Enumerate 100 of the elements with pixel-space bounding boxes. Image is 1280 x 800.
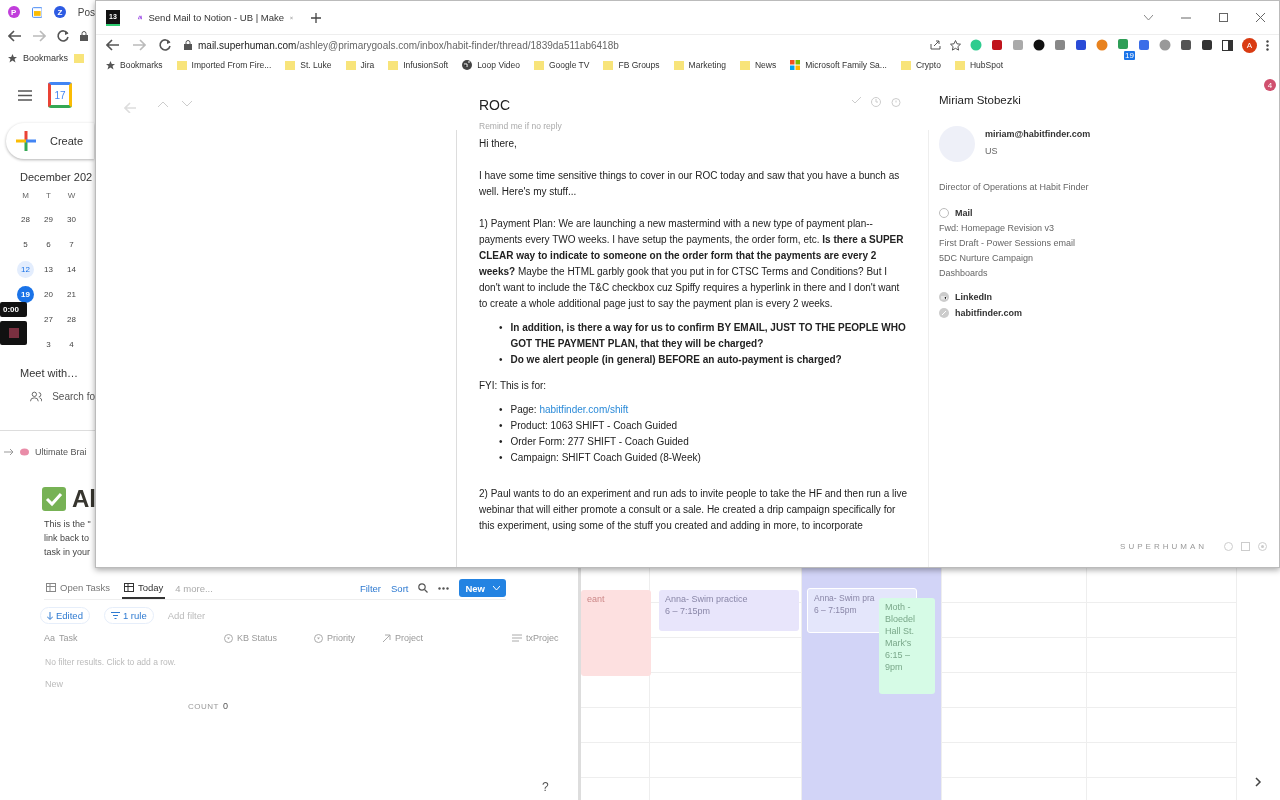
calendar-day[interactable]: 3 (40, 336, 57, 353)
search-field[interactable]: Search fo (52, 391, 95, 402)
calendar-icon[interactable] (31, 6, 43, 18)
globe-icon[interactable] (462, 60, 473, 70)
chevron-down-icon[interactable] (1144, 14, 1153, 21)
side-panel-icon[interactable] (1222, 39, 1233, 51)
bookmark[interactable]: Imported From Fire... (191, 60, 272, 70)
people-icon[interactable] (30, 391, 43, 402)
more-vertical-icon[interactable] (1266, 39, 1269, 51)
profile-link[interactable]: LinkedIn (955, 292, 992, 302)
alarm-icon[interactable] (891, 97, 901, 107)
bookmark[interactable]: Jira (360, 60, 375, 70)
bookmark[interactable]: Microsoft Family Sa... (805, 60, 887, 70)
clock-icon[interactable] (871, 97, 881, 107)
bookmark[interactable]: Loop Video (477, 60, 520, 70)
email-link[interactable]: habitfinder.com/shift (539, 404, 629, 415)
chevron-right-icon[interactable] (1255, 777, 1262, 787)
mail-icon[interactable] (939, 208, 949, 218)
view-tab[interactable]: Today (122, 577, 166, 599)
filter-chip[interactable]: 1 rule (103, 607, 154, 624)
lock-icon[interactable] (80, 31, 88, 41)
recent-email-link[interactable]: Dashboards (939, 268, 1279, 278)
calendar-day[interactable]: 27 (40, 311, 57, 328)
address-bar[interactable]: mail.superhuman.com/ashley@primarygoals.com/inbox/habit-finder/thread/1839da511ab6418b (198, 39, 619, 51)
chevron-up-icon[interactable] (158, 101, 168, 107)
checkbox-icon[interactable] (42, 487, 66, 511)
calendar-day[interactable]: 28 (63, 311, 80, 328)
bookmark[interactable]: News (754, 60, 777, 70)
view-tab[interactable]: Open Tasks (44, 577, 112, 599)
bookmark[interactable]: Crypto (915, 60, 941, 70)
check-icon[interactable] (852, 97, 861, 104)
contact-email[interactable]: miriam@habitfinder.com (985, 129, 1091, 139)
calendar-day[interactable]: 6 (40, 236, 57, 253)
table-icon[interactable] (124, 582, 134, 592)
plus-icon[interactable] (16, 131, 36, 151)
minimize-icon[interactable] (1181, 16, 1191, 19)
star-icon[interactable] (950, 39, 961, 51)
star-icon[interactable] (8, 53, 17, 63)
calendar-icon[interactable] (1241, 542, 1250, 551)
chevron-down-icon[interactable] (182, 101, 192, 107)
calendar-day[interactable]: 12 (17, 261, 34, 278)
calendar-day[interactable]: 19 (17, 286, 34, 303)
calendar-day[interactable]: 13 (40, 261, 57, 278)
reload-icon[interactable] (56, 29, 70, 43)
arrow-icon[interactable] (4, 448, 14, 456)
more-icon[interactable] (438, 586, 450, 590)
bookmark[interactable]: Marketing (688, 60, 726, 70)
settings-icon[interactable] (1258, 542, 1267, 551)
forward-icon[interactable] (132, 38, 146, 52)
extension-icon[interactable] (991, 39, 1003, 51)
calendar-day[interactable]: 28 (17, 211, 34, 228)
maximize-icon[interactable] (1219, 13, 1228, 22)
calendar-day[interactable]: 7 (63, 236, 80, 253)
back-icon[interactable] (8, 29, 22, 43)
extension-icon[interactable] (1201, 39, 1213, 51)
caret-icon[interactable] (493, 586, 500, 590)
calendar-day[interactable]: 4 (63, 336, 80, 353)
share-icon[interactable] (930, 40, 941, 50)
star-icon[interactable] (106, 60, 115, 70)
help-icon[interactable] (1224, 542, 1233, 551)
extension-icon[interactable] (1033, 39, 1045, 51)
new-tab-icon[interactable] (311, 12, 321, 23)
sort-chip[interactable]: Edited (40, 607, 90, 624)
recent-email-link[interactable]: First Draft - Power Sessions email (939, 238, 1279, 248)
bookmark[interactable]: InfusionSoft (403, 60, 449, 70)
search-icon[interactable] (418, 583, 429, 593)
bookmark[interactable]: Bookmarks (23, 53, 68, 63)
linkedin-icon[interactable] (939, 292, 949, 302)
profile-avatar[interactable]: A (1242, 37, 1257, 53)
lock-icon[interactable] (184, 40, 192, 50)
recent-email-link[interactable]: 5DC Nurture Campaign (939, 253, 1279, 263)
back-icon[interactable] (106, 38, 120, 52)
bookmark[interactable]: Bookmarks (120, 60, 163, 70)
bookmark[interactable]: HubSpot (969, 60, 1004, 70)
bookmark[interactable]: St. Luke (300, 60, 332, 70)
calendar-day[interactable]: 29 (40, 211, 57, 228)
new-button[interactable]: New (459, 579, 506, 597)
calendar-day[interactable]: 30 (63, 211, 80, 228)
create-button[interactable]: Create (6, 123, 94, 159)
filter-icon[interactable] (110, 612, 120, 619)
tab-favicon[interactable]: Z (54, 6, 66, 18)
status-icon[interactable] (314, 633, 323, 643)
tab-title[interactable]: Pos (77, 6, 95, 18)
breadcrumb[interactable]: Ultimate Brai (35, 447, 87, 457)
text-lines-icon[interactable] (512, 633, 522, 643)
stop-button[interactable] (0, 321, 27, 345)
help-button[interactable]: ? (542, 780, 549, 794)
filter-link[interactable]: Filter (359, 582, 381, 594)
bookmark[interactable]: Google TV (549, 60, 590, 70)
profile-link[interactable]: habitfinder.com (955, 308, 1022, 318)
bookmark[interactable]: FB Groups (618, 60, 660, 70)
windows-icon[interactable] (790, 60, 801, 70)
reload-icon[interactable] (158, 38, 172, 52)
tab-favicon[interactable]: P (8, 6, 20, 18)
make-logo-icon[interactable] (138, 13, 143, 22)
menu-icon[interactable] (18, 89, 32, 101)
calendar-day[interactable]: 21 (63, 286, 80, 303)
arrow-down-icon[interactable] (47, 611, 53, 620)
link-icon[interactable] (939, 308, 949, 318)
status-icon[interactable] (224, 633, 233, 643)
